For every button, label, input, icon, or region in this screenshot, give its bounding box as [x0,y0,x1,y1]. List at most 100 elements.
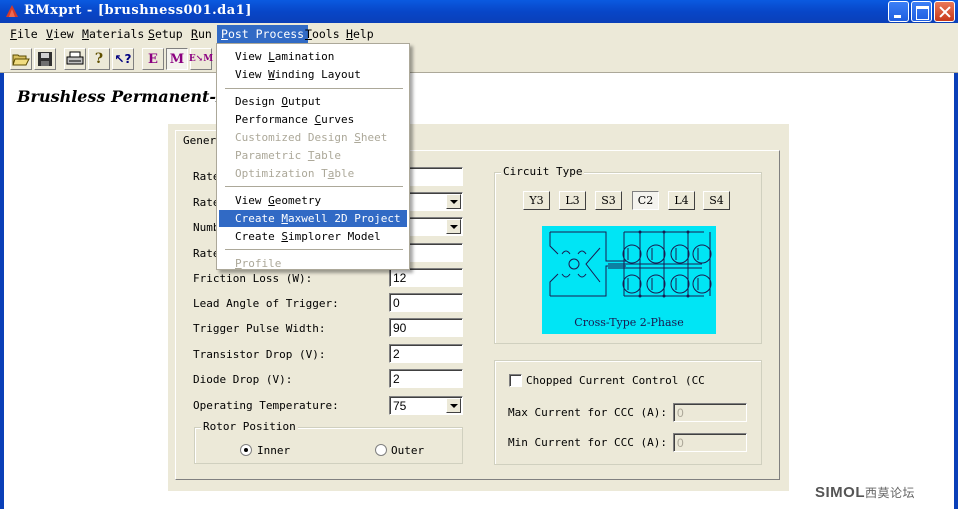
window-title: RMxprt - [brushness001.da1] [24,3,252,18]
circuit-l4-button[interactable]: L4 [668,191,695,210]
menu-item-view-winding-layout[interactable]: View Winding Layout [219,66,407,83]
menu-text: Customized Design [235,131,355,144]
menu-separator [225,249,403,250]
title-bar: RMxprt - [brushness001.da1] [0,0,958,23]
em-letter-icon: E↘M [188,54,214,64]
chevron-down-icon[interactable] [446,194,461,209]
menu-item-view-geometry[interactable]: View Geometry [219,192,407,209]
magnetic-mode-button[interactable]: M [166,48,188,70]
menu-post-process[interactable]: Post Process [217,25,309,43]
menu-setup[interactable]: Setup [144,25,187,43]
menu-label: elp [352,27,374,41]
menu-help[interactable]: Help [342,25,378,43]
save-button[interactable] [34,48,56,70]
circuit-l3-button[interactable]: L3 [559,191,586,210]
menu-label: ost Process [227,27,305,41]
diode-drop-input[interactable]: 2 [389,369,463,388]
electric-mode-button[interactable]: E [142,48,164,70]
menu-mnemonic: M [82,27,89,41]
radio-inner[interactable] [240,444,252,456]
menu-item-create-maxwell-2d-project[interactable]: Create Maxwell 2D Project [219,210,407,227]
menu-text: Create [235,230,282,243]
menu-separator [225,186,403,187]
trigger-pulse-label: Trigger Pulse Width: [193,322,326,335]
chevron-down-icon[interactable] [446,219,461,234]
simol-watermark: SIMOL西莫论坛 [815,484,915,501]
menu-item-view-lamination[interactable]: View Lamination [219,48,407,65]
circuit-schematic-icon [549,230,712,298]
rmxprt-logo-icon [6,5,18,17]
field-value: 2 [393,347,400,361]
menu-text: axwell 2D Project [287,212,401,225]
menu-text: ble [334,167,355,180]
max-current-input[interactable]: 0 [673,403,747,422]
menu-item-parametric-table[interactable]: Parametric Table [219,147,407,164]
operating-temperature-label: Operating Temperature: [193,399,339,412]
menu-run[interactable]: Run [187,25,216,43]
circuit-c2-button[interactable]: C2 [632,191,659,210]
chevron-down-icon[interactable] [446,398,461,413]
window-border-left [0,73,4,509]
menu-mnemonic: P [235,257,242,270]
menu-item-create-simplorer-model[interactable]: Create Simplorer Model [219,228,407,245]
transistor-drop-input[interactable]: 2 [389,344,463,363]
electromagnetic-mode-button[interactable]: E↘M [188,48,214,70]
maximize-button[interactable] [911,1,932,22]
field-value: 75 [393,399,407,413]
menu-text: utput [287,95,322,108]
menu-mnemonic: M [281,212,288,225]
menu-item-optimization-table[interactable]: Optimization Table [219,165,407,182]
circuit-s3-button[interactable]: S3 [595,191,622,210]
menu-text: urves [321,113,355,126]
radio-outer[interactable] [375,444,387,456]
open-folder-icon [12,54,30,66]
menu-text: rofile [241,257,282,270]
group-title: Rotor Position [201,420,298,433]
menu-mnemonic: H [346,27,353,41]
chopped-current-checkbox[interactable] [509,374,522,387]
lead-angle-label: Lead Angle of Trigger: [193,297,339,310]
circuit-diagram: Cross-Type 2-Phase [542,226,716,334]
field-value: 0 [393,296,400,310]
field-value: 0 [677,436,684,450]
menu-item-design-output[interactable]: Design Output [219,93,407,110]
question-icon: ? [94,51,104,67]
menu-tools[interactable]: Tools [301,25,344,43]
min-current-label: Min Current for CCC (A): [508,436,667,449]
operating-temperature-combo[interactable]: 75 [389,396,463,415]
circuit-caption: Cross-Type 2-Phase [574,316,684,329]
menu-mnemonic: G [268,194,275,207]
min-current-input[interactable]: 0 [673,433,747,452]
help-button[interactable]: ? [88,48,110,70]
field-value: 12 [393,271,407,285]
radio-outer-label: Outer [391,444,425,457]
trigger-pulse-input[interactable]: 90 [389,318,463,337]
lead-angle-input[interactable]: 0 [389,293,463,312]
menu-file[interactable]: File [6,25,42,43]
minimize-button[interactable] [888,1,909,22]
circuit-s4-button[interactable]: S4 [703,191,730,210]
menu-item-performance-curves[interactable]: Performance Curves [219,111,407,128]
menu-mnemonic: F [10,27,17,41]
menu-mnemonic: O [281,95,288,108]
menu-label: etup [154,27,183,41]
open-button[interactable] [10,48,32,70]
menu-text: Parametric [235,149,308,162]
menu-text: Optimization T [235,167,328,180]
menu-text: Create [235,212,282,225]
menu-text: eometry [274,194,322,207]
print-button[interactable] [64,48,86,70]
window-border-right [954,73,958,509]
circuit-y3-button[interactable]: Y3 [523,191,550,210]
close-button[interactable] [934,1,955,22]
context-help-button[interactable]: ↖? [112,48,134,70]
menu-item-customized-design-sheet[interactable]: Customized Design Sheet [219,129,407,146]
menu-item-profile[interactable]: Profile [219,255,407,272]
menu-mnemonic: R [191,27,198,41]
menu-text: implorer Model [287,230,381,243]
tab-label: Gener [183,134,217,147]
chopped-current-label: Chopped Current Control (CC [526,374,705,387]
printer-icon [66,51,84,65]
menu-materials[interactable]: Materials [78,25,148,43]
menu-view[interactable]: View [42,25,78,43]
